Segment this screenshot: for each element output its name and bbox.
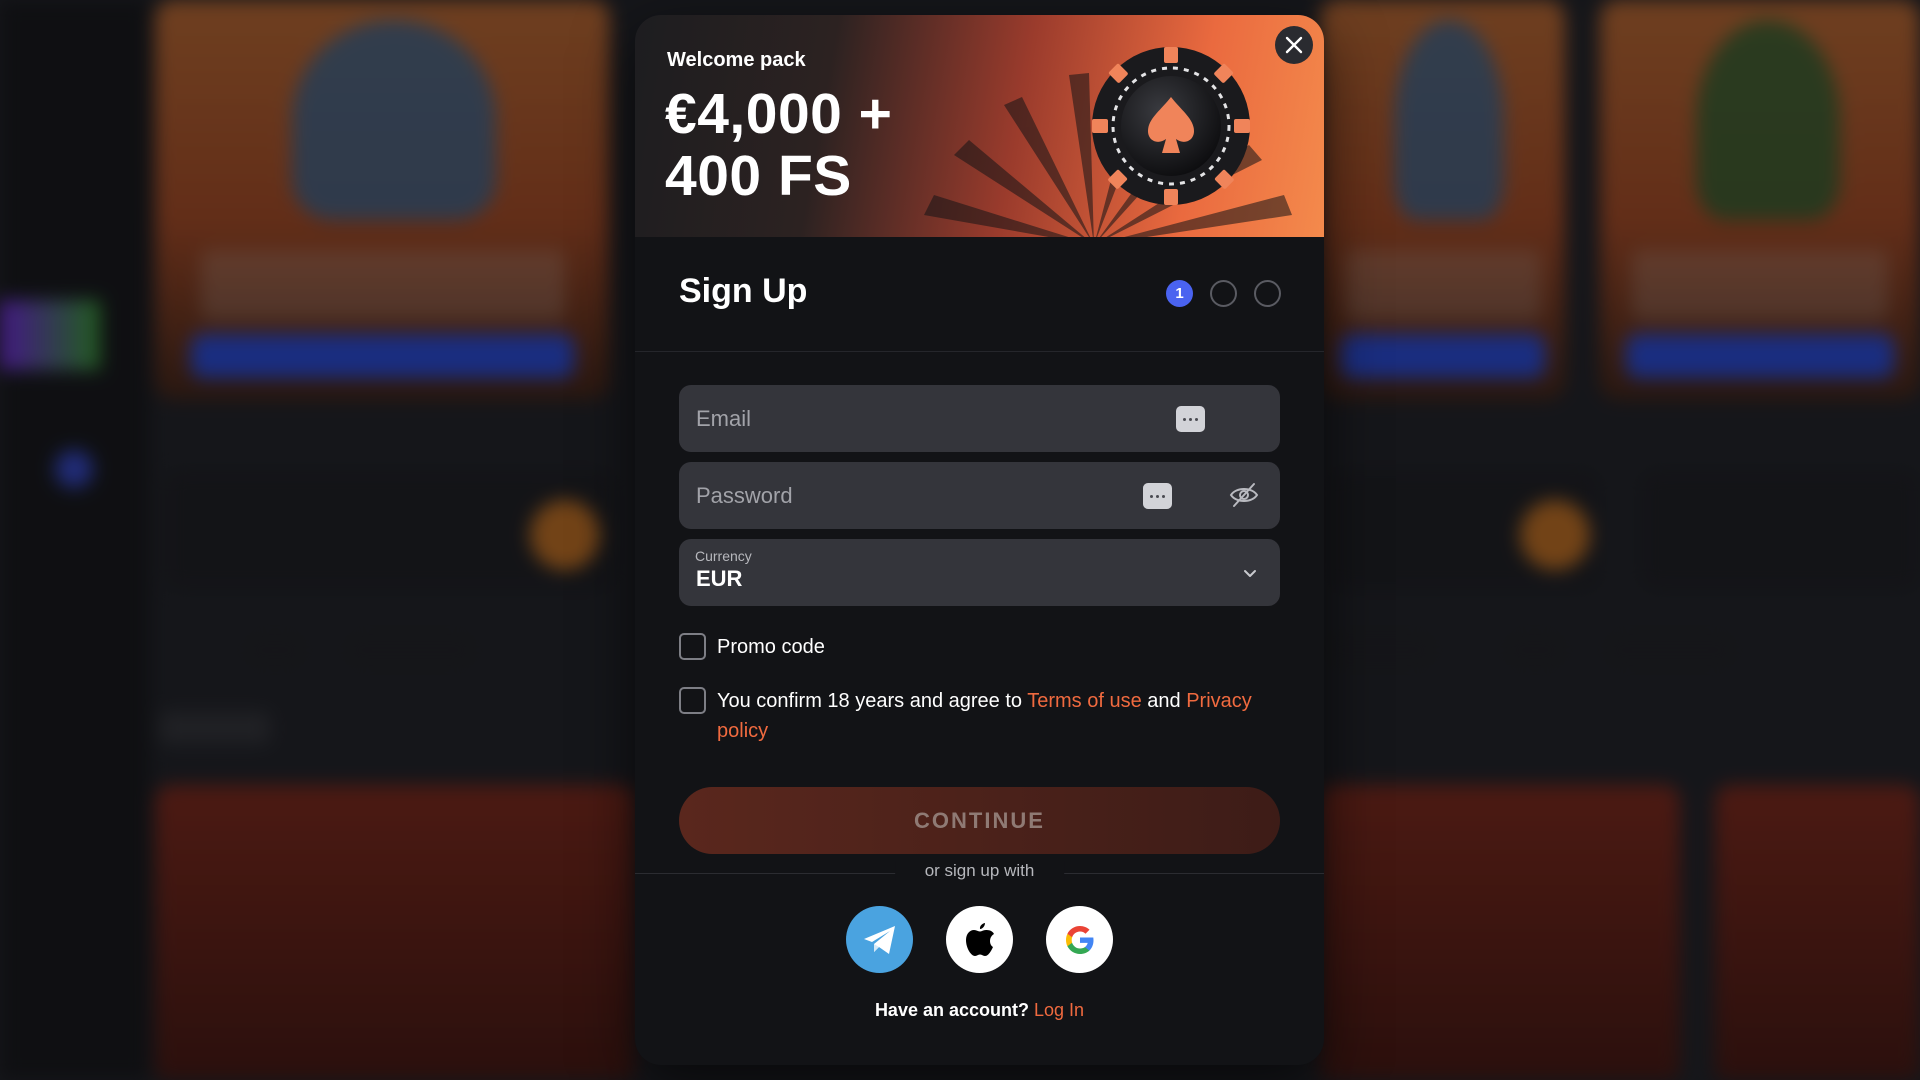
background-coin	[1520, 500, 1590, 570]
background-sidebar	[0, 0, 150, 1080]
password-field	[679, 462, 1280, 529]
login-prompt: Have an account? Log In	[635, 1000, 1324, 1021]
background-row	[1640, 470, 1920, 590]
background-chip	[240, 630, 310, 670]
promo-code-checkbox[interactable]	[679, 633, 706, 660]
background-chip	[1500, 630, 1570, 670]
signup-modal: Welcome pack €4,000 + 400 FS Sign Up 1 E…	[635, 15, 1324, 1065]
background-chip	[340, 630, 480, 670]
background-card	[155, 785, 635, 1080]
welcome-banner: Welcome pack €4,000 + 400 FS	[635, 15, 1324, 237]
apple-signup-button[interactable]	[946, 906, 1013, 973]
password-manager-icon[interactable]	[1143, 483, 1172, 509]
apple-icon	[965, 922, 994, 956]
background-banner	[1320, 0, 1565, 400]
background-card	[1320, 785, 1680, 1080]
close-button[interactable]	[1275, 26, 1313, 64]
terms-text: You confirm 18 years and agree to Terms …	[717, 686, 1277, 746]
background-chip	[1320, 630, 1440, 670]
telegram-signup-button[interactable]	[846, 906, 913, 973]
currency-select[interactable]: Currency EUR	[679, 539, 1280, 606]
background-sidebar-badge	[55, 450, 93, 488]
currency-value: EUR	[696, 566, 743, 591]
welcome-pack-amount-line1: €4,000 +	[665, 82, 893, 146]
hide-password-icon[interactable]	[1229, 482, 1259, 508]
step-1: 1	[1166, 280, 1193, 307]
password-input[interactable]	[679, 462, 1280, 529]
promo-code-row: Promo code	[679, 632, 1280, 662]
terms-checkbox[interactable]	[679, 687, 706, 714]
chevron-down-icon	[1244, 570, 1256, 577]
step-3	[1254, 280, 1281, 307]
terms-row: You confirm 18 years and agree to Terms …	[679, 686, 1280, 746]
social-divider-text: or sign up with	[894, 861, 1065, 881]
step-2	[1210, 280, 1237, 307]
background-heading	[160, 712, 270, 744]
have-account-text: Have an account?	[874, 1000, 1029, 1020]
step-indicator: 1	[1166, 280, 1281, 307]
background-coin	[530, 500, 600, 570]
terms-of-use-link[interactable]: Terms of use	[1027, 690, 1141, 712]
promo-code-label: Promo code	[717, 636, 825, 658]
welcome-pack-amount-line2: 400 FS	[665, 144, 852, 208]
welcome-pack-label: Welcome pack	[667, 49, 806, 71]
terms-and: and	[1141, 690, 1187, 712]
welcome-pack-amount: €4,000 + 400 FS	[665, 83, 892, 207]
close-icon	[1285, 36, 1303, 54]
background-card	[1715, 785, 1920, 1080]
background-banner	[155, 0, 610, 400]
telegram-icon	[863, 925, 895, 954]
currency-label: Currency	[695, 548, 752, 564]
background-chip	[1600, 630, 1740, 670]
terms-prefix: You confirm 18 years and agree to	[717, 690, 1028, 712]
google-signup-button[interactable]	[1046, 906, 1113, 973]
social-signup	[846, 906, 1113, 973]
login-link[interactable]: Log In	[1034, 1000, 1084, 1020]
poker-chip-icon	[1092, 47, 1250, 205]
background-banner	[1600, 0, 1920, 400]
signup-header: Sign Up 1	[635, 237, 1324, 352]
email-field	[679, 385, 1280, 452]
continue-button[interactable]: CONTINUE	[679, 787, 1280, 854]
google-icon	[1065, 925, 1093, 954]
background-sidebar-promo	[0, 300, 100, 370]
password-manager-icon[interactable]	[1176, 406, 1205, 432]
signup-form: Currency EUR Promo code You confirm 18 y…	[679, 385, 1280, 746]
page-title: Sign Up	[679, 272, 808, 310]
